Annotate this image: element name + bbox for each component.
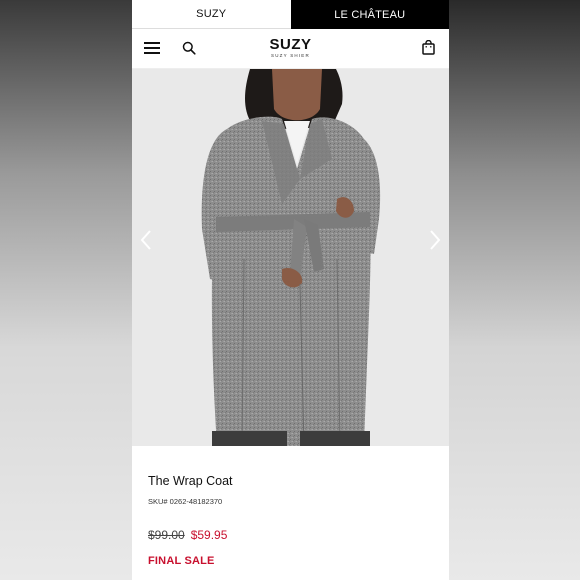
search-icon[interactable] — [182, 41, 196, 55]
chevron-left-icon[interactable] — [138, 229, 154, 251]
header-bar: SUZY SUZY SHIER — [132, 29, 449, 69]
tab-le-chateau[interactable]: LE CHÂTEAU — [290, 0, 449, 29]
shopping-bag-icon[interactable] — [422, 40, 435, 55]
sale-price: $59.95 — [190, 528, 228, 542]
hamburger-menu-icon[interactable] — [144, 42, 160, 54]
mobile-page: SUZY LE CHÂTEAU SUZY SUZY SHIER The Wrap… — [132, 0, 449, 580]
product-info: The Wrap Coat SKU# 0262-48182370 $99.00 $… — [132, 474, 449, 567]
price-block: $99.00 $59.95 — [148, 528, 449, 542]
logo-tagline: SUZY SHIER — [271, 53, 310, 58]
product-photo — [201, 69, 381, 446]
final-sale-badge: FINAL SALE — [148, 555, 215, 567]
product-title: The Wrap Coat — [148, 474, 233, 488]
blurred-background-left — [0, 0, 132, 580]
tab-suzy[interactable]: SUZY — [132, 0, 291, 29]
blurred-background-right — [449, 0, 580, 580]
brand-switcher: SUZY LE CHÂTEAU — [132, 0, 449, 29]
chevron-right-icon[interactable] — [427, 229, 443, 251]
original-price: $99.00 — [148, 528, 185, 542]
product-sku: SKU# 0262-48182370 — [148, 497, 223, 506]
logo-wordmark: SUZY — [269, 36, 312, 53]
product-image-carousel[interactable] — [132, 69, 449, 446]
site-logo[interactable]: SUZY SUZY SHIER — [269, 36, 312, 58]
